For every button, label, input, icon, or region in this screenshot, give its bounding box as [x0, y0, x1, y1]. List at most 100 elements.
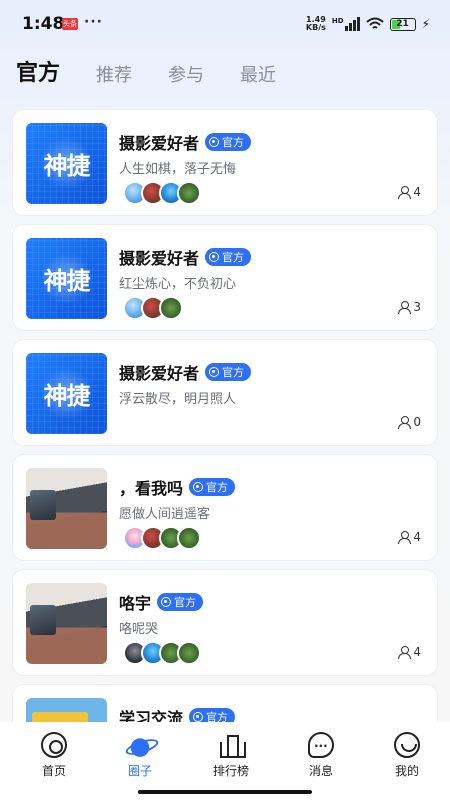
tab-recent[interactable]: 最近 — [240, 61, 276, 87]
cover-logo-text: 神捷 — [43, 381, 91, 410]
wifi-icon — [365, 17, 384, 29]
cover-sign-text: 预告 — [32, 712, 88, 722]
circle-card[interactable]: 神捷 摄影爱好者 官方 人生如棋，落子无悔 4 — [12, 109, 438, 216]
user-icon — [398, 416, 412, 429]
circle-title: 摄影爱好者 — [119, 134, 200, 153]
member-count-value: 3 — [413, 300, 421, 314]
nav-messages[interactable]: 消息 — [286, 732, 356, 779]
battery-icon: 21 — [389, 17, 416, 31]
nav-label: 消息 — [308, 764, 333, 778]
nav-home[interactable]: 首页 — [19, 732, 89, 779]
circle-card[interactable]: 咯宇 官方 咯呢哭 4 — [12, 569, 438, 676]
member-avatars — [123, 181, 201, 205]
status-time: 1:48 — [22, 14, 65, 34]
circle-description: 浮云散尽，明月照人 — [119, 392, 237, 407]
member-avatars — [123, 526, 201, 550]
circle-title: ，看我吗 — [119, 479, 184, 498]
user-icon — [398, 301, 412, 314]
official-badge-label: 官方 — [206, 711, 229, 722]
circle-cover-image — [26, 468, 107, 549]
circle-list: 神捷 摄影爱好者 官方 人生如棋，落子无悔 4 神捷 摄影爱好者 官方 红尘炼心，不… — [12, 109, 438, 722]
official-badge: 官方 — [189, 478, 236, 496]
circle-title-row: 摄影爱好者 官方 — [119, 360, 252, 384]
member-count: 4 — [398, 185, 421, 199]
message-icon — [308, 732, 334, 758]
tab-recommended[interactable]: 推荐 — [96, 61, 132, 87]
user-icon — [398, 531, 412, 544]
circle-title-row: ，看我吗 官方 — [119, 475, 236, 499]
official-badge: 官方 — [157, 593, 204, 611]
cover-logo-text: 神捷 — [43, 151, 91, 180]
cover-logo-text: 神捷 — [43, 266, 91, 295]
circle-description: 咯呢哭 — [119, 622, 159, 637]
official-badge-label: 官方 — [222, 136, 245, 149]
nav-circles[interactable]: 圈子 — [105, 732, 175, 779]
user-icon — [398, 186, 412, 199]
nav-label: 圈子 — [127, 764, 152, 778]
official-icon — [193, 712, 204, 722]
circle-cover-image: 预告 — [26, 698, 107, 722]
avatar — [177, 181, 201, 205]
circle-title-row: 摄影爱好者 官方 — [119, 245, 252, 269]
home-indicator[interactable] — [138, 790, 312, 794]
member-count-value: 4 — [413, 530, 421, 544]
circle-cover: 神捷 — [26, 353, 107, 434]
signal-hd-label: HD — [331, 17, 344, 25]
network-speed: 1.49 KB/s — [306, 16, 326, 32]
more-notifications-icon: ··· — [84, 14, 103, 30]
official-icon — [209, 252, 220, 262]
official-icon — [209, 137, 220, 147]
member-count: 0 — [398, 415, 421, 429]
circle-cover-image — [26, 583, 107, 664]
member-count-value: 0 — [413, 415, 421, 429]
member-count-value: 4 — [413, 185, 421, 199]
circle-title-row: 咯宇 官方 — [119, 590, 204, 614]
avatar — [159, 296, 183, 320]
notification-badge-icon: 头条 — [62, 18, 78, 30]
circle-description: 愿做人间逍遥客 — [119, 507, 211, 522]
member-count: 3 — [398, 300, 421, 314]
circle-description: 人生如棋，落子无悔 — [119, 162, 237, 177]
profile-icon — [394, 732, 420, 758]
official-badge-label: 官方 — [222, 366, 245, 379]
avatar — [177, 641, 201, 665]
official-badge-label: 官方 — [222, 251, 245, 264]
circle-title-row: 学习交流 官方 — [119, 705, 236, 722]
official-badge: 官方 — [205, 248, 252, 266]
circle-title: 摄影爱好者 — [119, 249, 200, 268]
circle-card[interactable]: 神捷 摄影爱好者 官方 红尘炼心，不负初心 3 — [12, 224, 438, 331]
member-count: 4 — [398, 645, 421, 659]
circle-description: 红尘炼心，不负初心 — [119, 277, 237, 292]
charging-icon: ⚡ — [421, 17, 430, 31]
status-indicators: 1.49 KB/s HD 21 ⚡ — [306, 16, 430, 32]
official-badge: 官方 — [189, 708, 236, 722]
circle-title-row: 摄影爱好者 官方 — [119, 130, 252, 154]
signal-icon: HD — [332, 17, 360, 31]
member-avatars — [123, 641, 201, 665]
official-icon — [161, 597, 172, 607]
home-icon — [41, 732, 67, 758]
category-tabs: 官方 推荐 参与 最近 — [16, 55, 312, 87]
nav-label: 首页 — [41, 764, 66, 778]
circle-card[interactable]: ，看我吗 官方 愿做人间逍遥客 4 — [12, 454, 438, 561]
nav-ranking[interactable]: 排行榜 — [196, 732, 266, 779]
circle-card[interactable]: 神捷 摄影爱好者 官方 浮云散尽，明月照人 0 — [12, 339, 438, 446]
user-icon — [398, 646, 412, 659]
circle-title: 学习交流 — [119, 709, 184, 722]
official-badge: 官方 — [205, 363, 252, 381]
tab-official[interactable]: 官方 — [16, 55, 60, 87]
nav-label: 我的 — [394, 764, 419, 778]
circle-title: 摄影爱好者 — [119, 364, 200, 383]
status-bar: 1:48 头条 ··· 1.49 KB/s HD 21 ⚡ — [0, 0, 450, 50]
planet-icon — [127, 732, 153, 758]
circle-card[interactable]: 预告 学习交流 官方 — [12, 684, 438, 722]
network-speed-unit: KB/s — [305, 23, 326, 32]
circle-title: 咯宇 — [119, 594, 152, 613]
podium-icon — [218, 732, 246, 758]
tab-joined[interactable]: 参与 — [168, 61, 204, 87]
official-icon — [209, 367, 220, 377]
official-badge-label: 官方 — [174, 596, 197, 609]
nav-profile[interactable]: 我的 — [372, 732, 442, 779]
battery-level: 21 — [396, 18, 409, 29]
member-count: 4 — [398, 530, 421, 544]
